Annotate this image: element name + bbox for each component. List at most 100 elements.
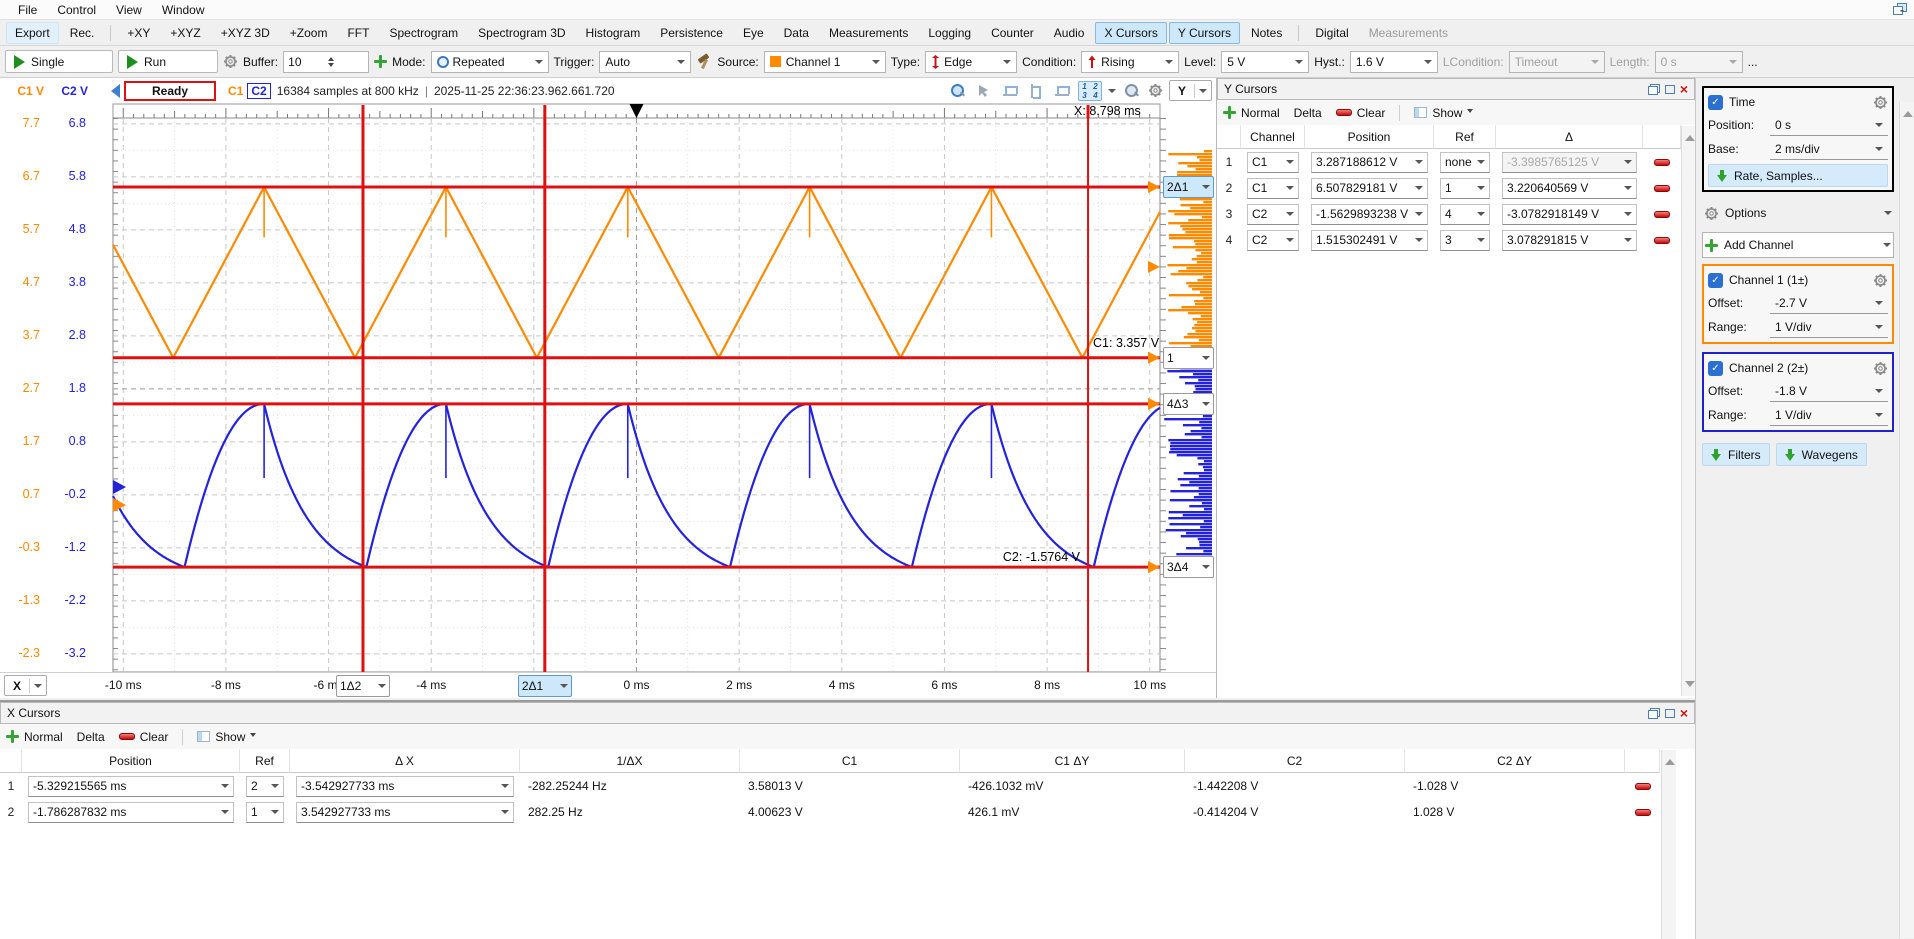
tab-zoom[interactable]: +Zoom [281,22,337,44]
filters-button[interactable]: Filters [1702,443,1770,466]
ref-dropdown[interactable]: 1 [1440,178,1490,199]
tab-measurements[interactable]: Measurements [1360,22,1457,44]
scroll-up-icon[interactable] [1685,130,1695,141]
channel2-checkbox[interactable] [1708,361,1723,376]
y-normal-button[interactable]: Normal [1223,106,1280,120]
tab-spectrogram[interactable]: Spectrogram [380,22,467,44]
tab-histogram[interactable]: Histogram [577,22,650,44]
run-button[interactable]: Run [118,50,218,73]
delta-x-dropdown[interactable]: -3.542927733 ms [296,776,514,797]
type-dropdown[interactable]: Edge [925,51,1017,73]
waveform-plot[interactable]: X: 8.798 msC1: 3.357 VC2: -1.5764 V 7.76… [0,103,1216,672]
horizontal-measure-icon[interactable] [1000,82,1020,100]
trigger-dropdown[interactable]: Auto [599,51,691,73]
channel2-gear-icon[interactable] [1873,361,1888,376]
tab-digital[interactable]: Digital [1306,22,1357,44]
plot-settings-gear-icon[interactable] [1148,83,1163,98]
scroll-down-icon[interactable] [1685,681,1695,692]
x-cursor-marker-2-1[interactable]: 2Δ1 [518,675,572,697]
tab-xy[interactable]: +XY [118,22,159,44]
delta-dropdown[interactable]: 3.220640569 V [1502,178,1637,199]
spin-down-icon[interactable] [328,63,334,70]
delta-x-dropdown[interactable]: 3.542927733 ms [296,802,514,823]
chevron-down-icon[interactable] [1108,89,1116,97]
vertical-measure-icon[interactable] [1026,82,1046,100]
zoom-preset-icon[interactable] [950,83,965,98]
gear-icon[interactable] [223,54,238,69]
y-cursor-marker-2-1[interactable]: 2Δ1 [1163,176,1214,198]
add-channel-button[interactable]: Add Channel [1702,232,1894,258]
delta-dropdown[interactable]: -3.3985765125 V [1502,152,1637,173]
y-cursor-marker-3-4[interactable]: 3Δ4 [1163,556,1214,578]
collapse-left-icon[interactable] [104,84,120,98]
close-icon[interactable]: × [1680,708,1688,718]
lcondition-dropdown[interactable]: Timeout [1509,51,1605,73]
time-checkbox[interactable] [1708,95,1723,110]
source-dropdown[interactable]: Channel 1 [764,51,886,73]
menu-file[interactable]: File [8,3,47,17]
delta-dropdown[interactable]: -3.0782918149 V [1502,204,1637,225]
channel1-checkbox[interactable] [1708,273,1723,288]
y-clear-button[interactable]: Clear [1336,106,1386,120]
channel-dropdown[interactable]: C1 [1247,152,1299,173]
maximize-icon[interactable] [1665,709,1675,718]
single-button[interactable]: Single [5,50,113,73]
tab-audio[interactable]: Audio [1045,22,1094,44]
channel2-offset-dropdown[interactable]: -1.8 V [1770,380,1888,402]
delta-dropdown[interactable]: 3.078291815 V [1502,230,1637,251]
x-cursors-scrollbar[interactable] [1661,750,1676,939]
y-show-button[interactable]: Show [1414,106,1473,120]
spin-up-icon[interactable] [328,54,334,61]
cascade-icon[interactable] [1648,84,1660,95]
position-dropdown[interactable]: -5.329215565 ms [28,776,234,797]
position-dropdown[interactable]: -1.5629893238 V [1311,204,1428,225]
remove-cursor-button[interactable] [1654,237,1670,244]
zoom-tool-icon[interactable] [1124,83,1139,98]
tab-xyz-3d[interactable]: +XYZ 3D [212,22,279,44]
options-dropdown[interactable]: Options [1702,200,1894,226]
scroll-up-icon[interactable] [1903,106,1913,117]
y-cursor-marker-4-3[interactable]: 4Δ3 [1163,393,1214,415]
x-axis-mode-button[interactable]: X [4,675,47,696]
y-axis-mode-button[interactable]: Y [1169,80,1212,101]
position-dropdown[interactable]: 3.287188612 V [1311,152,1428,173]
time-position-dropdown[interactable]: 0 s [1770,114,1888,136]
remove-cursor-button[interactable] [1635,809,1651,816]
hysteresis-dropdown[interactable]: 1.6 V [1350,51,1438,73]
menu-control[interactable]: Control [47,3,106,17]
position-dropdown[interactable]: 6.507829181 V [1311,178,1428,199]
tab-spectrogram-3d[interactable]: Spectrogram 3D [469,22,574,44]
more-options-button[interactable]: ... [1748,55,1758,69]
channel-dropdown[interactable]: C1 [1247,178,1299,199]
tab-export[interactable]: Export [6,22,59,44]
cascade-icon[interactable] [1648,708,1660,719]
x-cursor-marker-1-2[interactable]: 1Δ2 [336,675,390,697]
channel1-offset-dropdown[interactable]: -2.7 V [1770,292,1888,314]
channel1-gear-icon[interactable] [1873,273,1888,288]
position-dropdown[interactable]: -1.786287832 ms [28,802,234,823]
remove-cursor-button[interactable] [1635,783,1651,790]
c1-badge[interactable]: C1 [228,84,243,98]
sidebar-scrollbar[interactable] [1899,102,1914,938]
pointer-tool-icon[interactable] [974,82,994,100]
tab-y-cursors[interactable]: Y Cursors [1169,22,1240,44]
edge-measure-icon[interactable] [1052,82,1072,100]
tab-x-cursors[interactable]: X Cursors [1095,22,1166,44]
remove-cursor-button[interactable] [1654,185,1670,192]
channel-grid-button[interactable]: 1234 [1078,81,1102,101]
y-cursors-scrollbar[interactable] [1681,126,1696,696]
remove-cursor-button[interactable] [1654,159,1670,166]
ref-dropdown[interactable]: 2 [246,776,284,797]
tab-logging[interactable]: Logging [919,22,980,44]
condition-dropdown[interactable]: Rising [1081,51,1179,73]
ref-dropdown[interactable]: 4 [1440,204,1490,225]
position-dropdown[interactable]: 1.515302491 V [1311,230,1428,251]
tab-measurements[interactable]: Measurements [820,22,917,44]
tab-data[interactable]: Data [775,22,818,44]
trigger-settings-icon[interactable] [696,54,712,70]
level-dropdown[interactable]: 5 V [1221,51,1309,73]
tab-notes[interactable]: Notes [1242,22,1291,44]
length-dropdown[interactable]: 0 s [1655,51,1743,73]
tab-rec[interactable]: Rec. [61,22,104,44]
scroll-up-icon[interactable] [1665,754,1675,765]
